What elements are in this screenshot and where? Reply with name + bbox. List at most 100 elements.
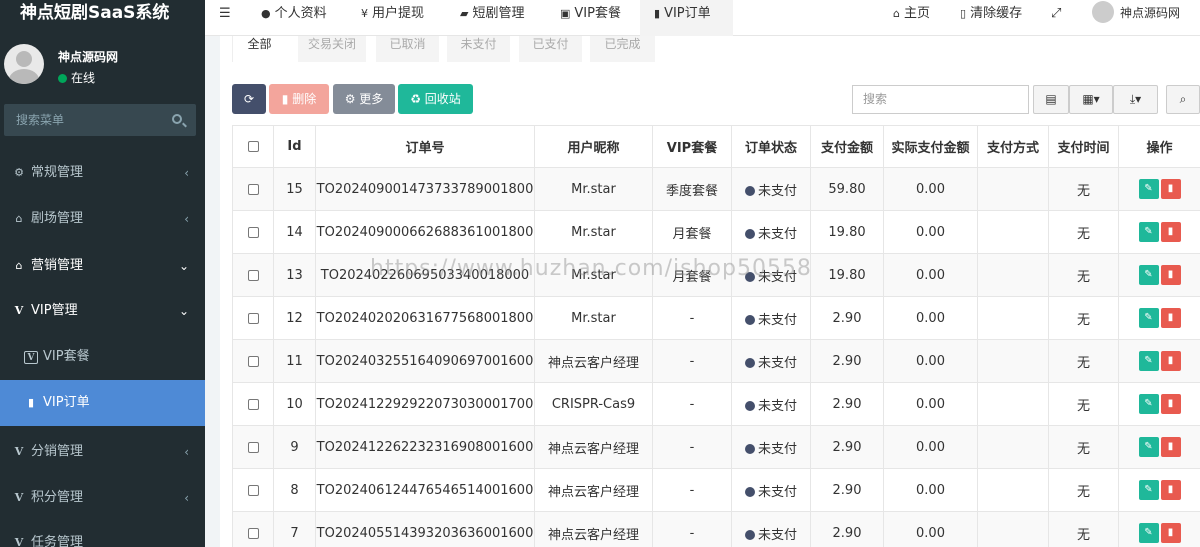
column-header[interactable]: Id xyxy=(273,125,316,168)
cell-pkg: 月套餐 xyxy=(652,210,732,254)
order-status: 未支付 xyxy=(731,210,811,254)
sidebar-item-distribution[interactable]: V 分销管理 ‹ xyxy=(0,429,205,475)
menu-search-input[interactable] xyxy=(4,104,164,136)
tab-unpaid[interactable]: 未支付 xyxy=(447,36,510,62)
refresh-button[interactable]: ⟳ xyxy=(232,84,266,114)
row-checkbox[interactable] xyxy=(247,269,259,281)
cell-pkg: - xyxy=(652,296,732,340)
delete-icon[interactable]: ▮ xyxy=(1160,265,1181,285)
search-icon: ⌕ xyxy=(1179,92,1187,106)
table-row[interactable]: 10 TO20241229292207303000170​0 CRISPR-Cas9… xyxy=(232,382,1200,426)
sidebar-item-vip-package[interactable]: V VIP套餐 xyxy=(0,334,205,380)
cell-id: 12 xyxy=(273,296,316,340)
cell-order: TO20240612447654651400160​0 xyxy=(315,468,535,512)
row-checkbox[interactable] xyxy=(247,312,259,324)
column-header[interactable]: 实际支付金额 xyxy=(883,125,978,168)
sidebar-item-theater[interactable]: ⌂ 剧场管理 ‹ xyxy=(0,196,205,242)
row-checkbox[interactable] xyxy=(247,355,259,367)
delete-icon[interactable]: ▮ xyxy=(1160,437,1181,457)
clear-cache-button[interactable]: ▯ 清除缓存 xyxy=(960,0,1022,36)
delete-icon[interactable]: ▮ xyxy=(1160,308,1181,328)
search-icon[interactable] xyxy=(172,114,182,124)
column-header[interactable]: 订单状态 xyxy=(731,125,811,168)
select-all-checkbox[interactable] xyxy=(247,141,259,152)
table-row[interactable]: 13 TO20240226069503340018000 Mr.star 月套餐 未支付… xyxy=(232,253,1200,297)
column-header[interactable]: 订单号 xyxy=(315,125,535,168)
tab-closed[interactable]: 交易关闭 xyxy=(298,36,366,62)
columns-button[interactable]: ▦▾ xyxy=(1069,85,1113,114)
tab-all[interactable]: 全部 xyxy=(232,36,286,62)
tab-drama[interactable]: ▰ 短剧管理 xyxy=(460,0,524,36)
edit-icon[interactable]: ✎ xyxy=(1138,394,1159,414)
column-header[interactable]: 支付时间 xyxy=(1048,125,1119,168)
cell-method xyxy=(977,210,1049,254)
table-row[interactable]: 15 TO20240900147373378900180​0 Mr.star 季度套餐… xyxy=(232,167,1200,211)
table-search-input[interactable]: 搜索 xyxy=(852,85,1029,114)
column-header[interactable]: 用户昵称 xyxy=(534,125,653,168)
sidebar-item-vip[interactable]: V VIP管理 ⌄ xyxy=(0,288,205,334)
row-checkbox[interactable] xyxy=(247,183,259,195)
edit-icon[interactable]: ✎ xyxy=(1138,222,1159,242)
home-link[interactable]: ⌂ 主页 xyxy=(893,0,930,36)
row-checkbox[interactable] xyxy=(247,398,259,410)
v-icon: V xyxy=(14,536,24,547)
delete-icon[interactable]: ▮ xyxy=(1160,351,1181,371)
table-row[interactable]: 12 TO20240202063167756800180​0 Mr.star - 未支付… xyxy=(232,296,1200,340)
tab-completed[interactable]: 已完成 xyxy=(590,36,655,62)
more-button[interactable]: ⚙ 更多 xyxy=(333,84,395,114)
sidebar-item-marketing[interactable]: ⌂ 营销管理 ⌄ xyxy=(0,243,205,289)
edit-icon[interactable]: ✎ xyxy=(1138,351,1159,371)
edit-icon[interactable]: ✎ xyxy=(1138,308,1159,328)
export-button[interactable]: ⤓▾ xyxy=(1113,85,1158,114)
edit-icon[interactable]: ✎ xyxy=(1138,179,1159,199)
column-header[interactable]: VIP套餐 xyxy=(652,125,732,168)
delete-icon[interactable]: ▮ xyxy=(1160,222,1181,242)
cell-pkg: 季度套餐 xyxy=(652,167,732,211)
cell-nick: 神点云客户经理 xyxy=(534,468,653,512)
edit-icon[interactable]: ✎ xyxy=(1138,480,1159,500)
brand-title[interactable]: 神点短剧SaaS系统 xyxy=(0,0,205,30)
cell-id: 15 xyxy=(273,167,316,211)
row-checkbox[interactable] xyxy=(247,226,259,238)
table-row[interactable]: 11 TO20240325516409069700160​0 神点云客户经理 - 未支付… xyxy=(232,339,1200,383)
delete-icon[interactable]: ▮ xyxy=(1160,480,1181,500)
menu-toggle-icon[interactable]: ☰ xyxy=(219,0,239,36)
cell-time: 无 xyxy=(1048,468,1119,512)
sidebar-item-vip-order[interactable]: ▮ VIP订单 xyxy=(0,380,205,426)
tab-withdraw[interactable]: ¥ 用户提现 xyxy=(361,0,424,36)
sidebar-item-tasks[interactable]: V 任务管理 xyxy=(0,520,205,547)
sidebar-item-general[interactable]: ⚙ 常规管理 ‹ xyxy=(0,150,205,196)
table-row[interactable]: 7 TO20240551439320363600160​0 神点云客户经理 - 未支付 2… xyxy=(232,511,1200,547)
column-header[interactable]: 支付方式 xyxy=(977,125,1049,168)
tab-profile[interactable]: ● 个人资料 xyxy=(261,0,327,36)
column-header[interactable]: 支付金额 xyxy=(810,125,884,168)
edit-icon[interactable]: ✎ xyxy=(1138,265,1159,285)
edit-icon[interactable]: ✎ xyxy=(1138,437,1159,457)
fullscreen-icon[interactable]: ⤢ xyxy=(1051,0,1061,36)
sidebar-item-points[interactable]: V 积分管理 ‹ xyxy=(0,475,205,521)
tab-vip-order[interactable]: ▮ VIP订单 xyxy=(640,0,733,36)
cell-amount: 2.90 xyxy=(810,511,884,547)
cogs-icon: ⚙ xyxy=(14,166,24,179)
tab-paid[interactable]: 已支付 xyxy=(519,36,582,62)
tab-vip-package[interactable]: ▣ VIP套餐 xyxy=(560,0,621,36)
toggle-view-button[interactable]: ▤ xyxy=(1033,85,1069,114)
delete-icon[interactable]: ▮ xyxy=(1160,523,1181,543)
row-checkbox[interactable] xyxy=(247,441,259,453)
delete-icon[interactable]: ▮ xyxy=(1160,394,1181,414)
status-dot-icon xyxy=(744,271,755,282)
table-row[interactable]: 14 TO20240900066268836100180​0 Mr.star 月套餐未… xyxy=(232,210,1200,254)
delete-button[interactable]: ▮ 删除 xyxy=(269,84,329,114)
table-row[interactable]: 8 TO20240612447654651400160​0 神点云客户经理 - 未支付 2… xyxy=(232,468,1200,512)
home-icon: ⌂ xyxy=(15,259,23,272)
row-checkbox[interactable] xyxy=(247,484,259,496)
user-menu[interactable]: 神点源码网 xyxy=(1092,0,1180,36)
row-checkbox[interactable] xyxy=(247,527,259,539)
delete-icon[interactable]: ▮ xyxy=(1160,179,1181,199)
tab-cancelled[interactable]: 已取消 xyxy=(376,36,439,62)
table-row[interactable]: 9 TO20241226223231690800160​0 神点云客户经理 - 未支付 2… xyxy=(232,425,1200,469)
advanced-search-button[interactable]: ⌕ xyxy=(1166,85,1200,114)
edit-icon[interactable]: ✎ xyxy=(1138,523,1159,543)
cell-id: 14 xyxy=(273,210,316,254)
recycle-bin-button[interactable]: ♻ 回收站 xyxy=(398,84,473,114)
